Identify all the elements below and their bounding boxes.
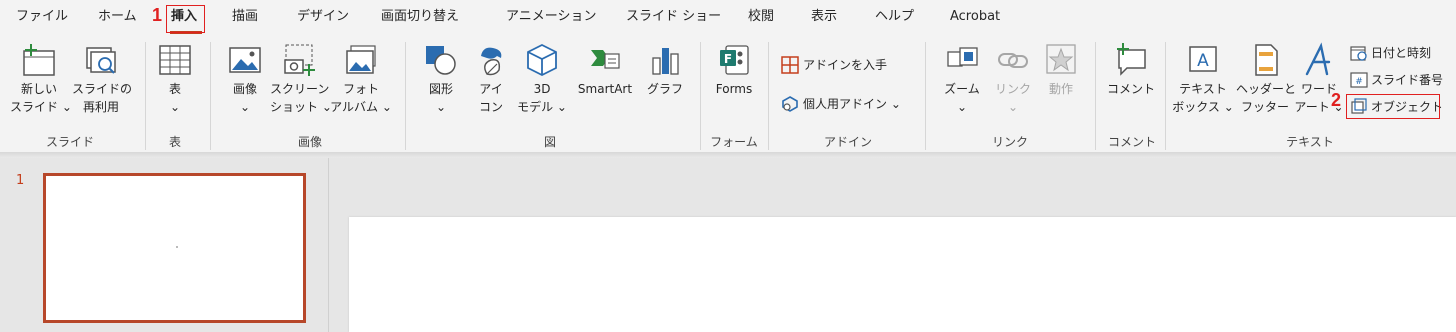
smartart-button[interactable]: SmartArt (572, 42, 638, 98)
shapes-button[interactable]: 図形 ⌄ (418, 42, 464, 116)
group-label-comments: コメント (1107, 135, 1156, 149)
svg-text:A: A (1197, 51, 1209, 71)
slide-canvas[interactable] (349, 217, 1456, 332)
tab-help[interactable]: ヘルプ (875, 8, 914, 26)
screenshot-button[interactable]: スクリーン ショット ⌄ (270, 42, 332, 116)
wordart-icon (1305, 42, 1331, 76)
picture-button[interactable]: 画像 ⌄ (222, 42, 268, 116)
photo-album-button[interactable]: フォト アルバム ⌄ (330, 42, 392, 116)
forms-icon: F (720, 45, 749, 75)
group-separator (1095, 42, 1096, 150)
group-separator (768, 42, 769, 150)
tab-home[interactable]: ホーム (98, 8, 137, 26)
chart-button[interactable]: グラフ (642, 42, 688, 98)
shapes-icon (426, 46, 456, 75)
group-separator (925, 42, 926, 150)
ribbon-tabs: ファイル ホーム 挿入 描画 デザイン 画面切り替え アニメーション スライド … (0, 0, 1456, 36)
group-separator (145, 42, 146, 150)
tab-review[interactable]: 校閲 (748, 8, 774, 26)
textbox-button[interactable]: A テキスト ボックス ⌄ (1172, 42, 1234, 116)
tab-design[interactable]: デザイン (297, 8, 349, 26)
smartart-icon (591, 50, 620, 69)
screenshot-icon (284, 44, 315, 76)
pane-divider[interactable] (328, 158, 329, 332)
group-label-links: リンク (991, 135, 1028, 149)
reuse-slides-button[interactable]: スライドの 再利用 (72, 42, 132, 116)
link-button[interactable]: リンク ⌄ (990, 42, 1036, 116)
addins-icon (782, 96, 798, 112)
link-icon (998, 53, 1028, 68)
tab-animations[interactable]: アニメーション (506, 8, 596, 26)
group-separator (210, 42, 211, 150)
svg-text:#: # (1355, 77, 1363, 87)
slide-number-button[interactable]: # スライド番号 (1350, 71, 1443, 89)
group-label-images: 画像 (297, 135, 322, 149)
tab-acrobat[interactable]: Acrobat (950, 8, 1000, 26)
table-icon (159, 45, 191, 75)
zoom-button[interactable]: ズーム ⌄ (938, 42, 986, 116)
new-slide-button[interactable]: 新しい スライド ⌄ (10, 42, 72, 116)
group-label-text: テキスト (1286, 135, 1334, 149)
table-button[interactable]: 表 ⌄ (152, 42, 198, 116)
reuse-slides-icon (86, 47, 116, 74)
action-button[interactable]: 動作 (1038, 42, 1084, 98)
picture-icon (229, 47, 261, 73)
group-label-forms: フォーム (710, 135, 758, 149)
group-separator (1165, 42, 1166, 150)
tab-slideshow[interactable]: スライド ショー (626, 8, 721, 26)
header-footer-icon (1255, 44, 1278, 76)
slide-number-label: 1 (16, 173, 25, 188)
tab-draw[interactable]: 描画 (232, 8, 258, 26)
callout-box-insert-tab (166, 5, 205, 33)
group-label-slides: スライド (45, 135, 94, 149)
star-icon (1046, 44, 1076, 74)
header-footer-button[interactable]: ヘッダーと フッター (1236, 42, 1296, 116)
textbox-icon: A (1189, 46, 1217, 72)
date-time-button[interactable]: 日付と時刻 (1350, 44, 1431, 62)
calendar-icon (1350, 46, 1367, 61)
tab-file[interactable]: ファイル (16, 8, 68, 26)
store-icon (781, 56, 799, 74)
my-addins-button[interactable]: 個人用アドイン ⌄ (780, 94, 901, 114)
cube-icon (527, 43, 557, 77)
zoom-icon (947, 47, 978, 67)
group-label-addins: アドイン (823, 135, 872, 149)
slide-number-icon: # (1350, 72, 1368, 88)
new-slide-icon (23, 44, 55, 76)
group-label-table: 表 (168, 135, 181, 149)
bar-chart-icon (652, 48, 679, 75)
tab-view[interactable]: 表示 (811, 8, 837, 26)
get-addins-button[interactable]: アドインを入手 (780, 55, 887, 75)
comment-icon (1117, 43, 1146, 76)
3d-models-button[interactable]: 3D モデル ⌄ (515, 42, 569, 116)
callout-number-2: 2 (1331, 90, 1342, 110)
thumbnail-placeholder-mark (176, 246, 178, 248)
icons-icon (481, 47, 502, 76)
svg-text:F: F (724, 52, 732, 66)
forms-button[interactable]: F Forms (706, 42, 762, 98)
icons-button[interactable]: アイ コン (470, 42, 512, 116)
group-label-illustrations: 図 (543, 135, 556, 149)
callout-number-1: 1 (152, 5, 163, 25)
callout-box-object (1346, 94, 1440, 119)
comment-button[interactable]: コメント (1103, 42, 1159, 98)
photo-album-icon (346, 45, 376, 74)
slide-thumbnail[interactable] (43, 173, 306, 323)
group-separator (405, 42, 406, 150)
tab-transitions[interactable]: 画面切り替え (381, 8, 459, 26)
